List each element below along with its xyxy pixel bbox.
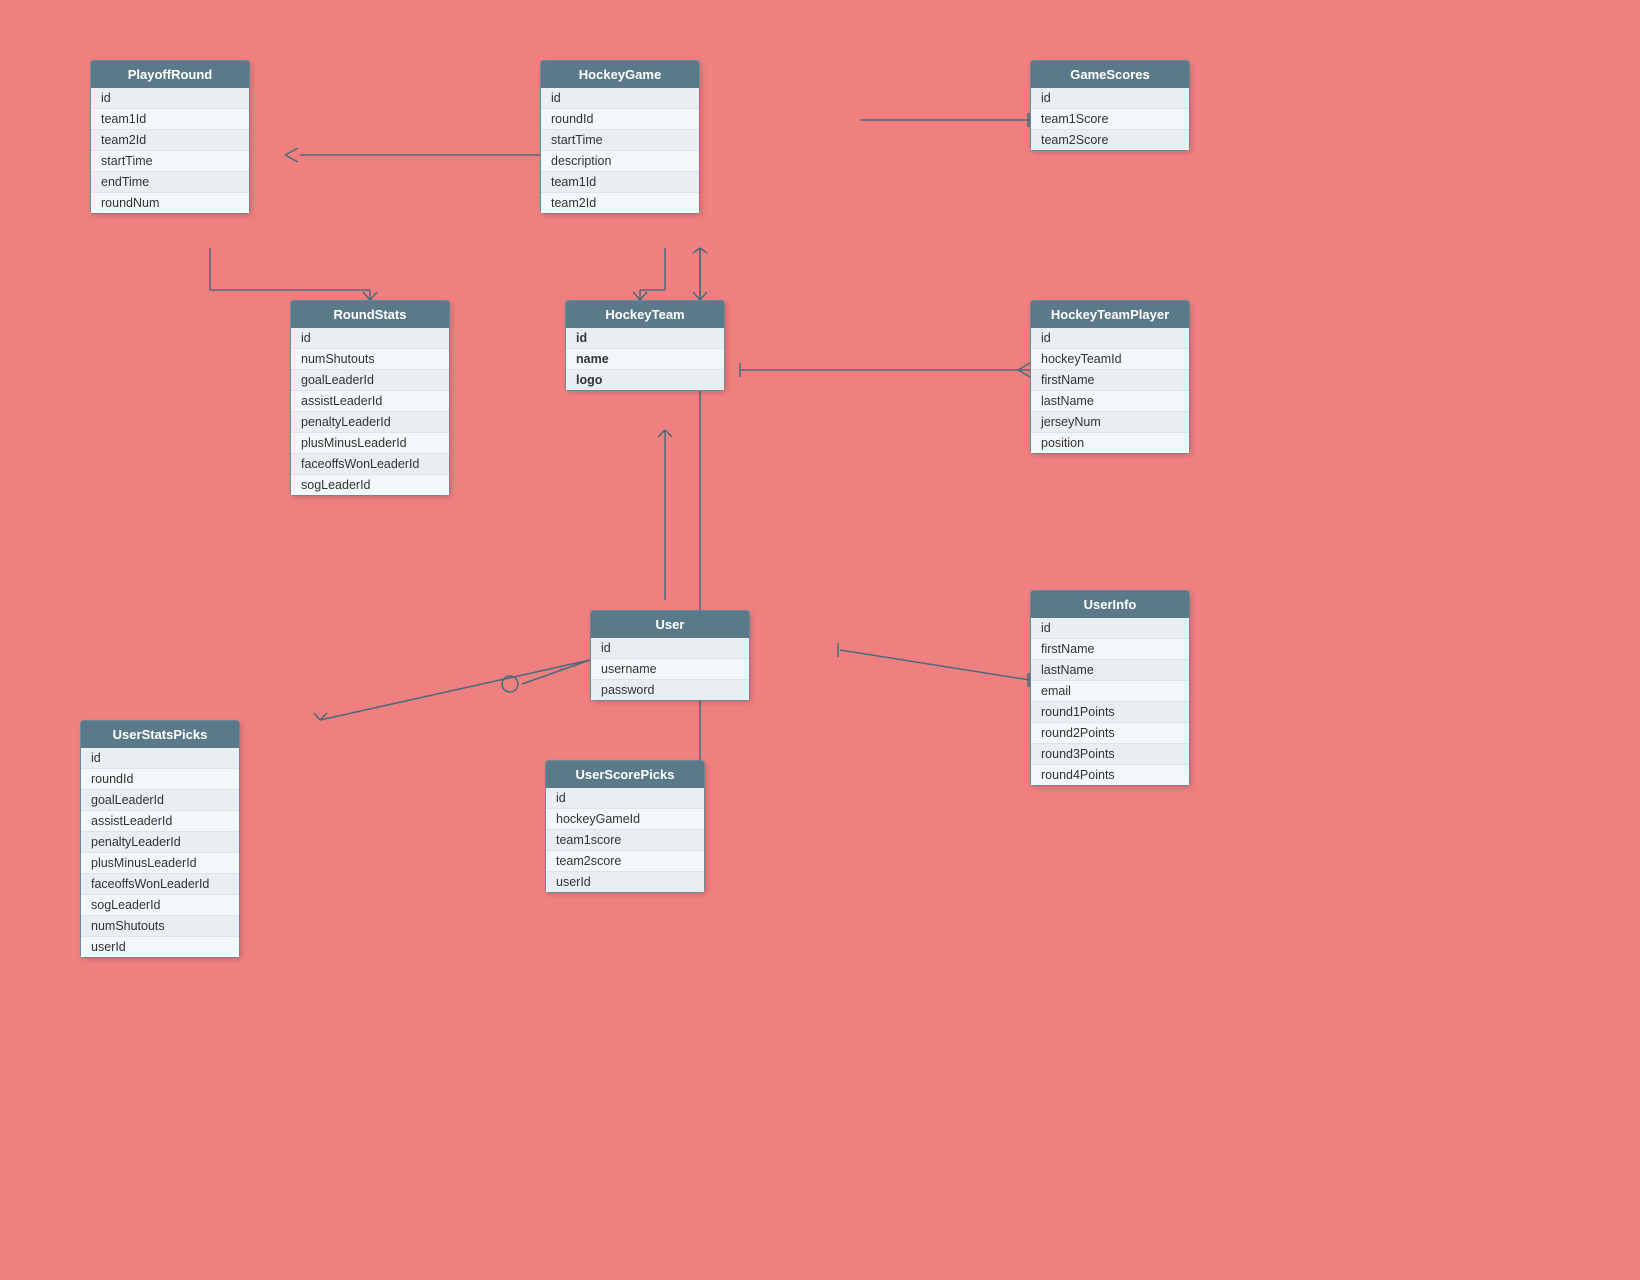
table-gamescores: GameScoresidteam1Scoreteam2Score bbox=[1030, 60, 1190, 151]
field-userinfo-round2points: round2Points bbox=[1031, 723, 1189, 744]
table-header-hockeygame: HockeyGame bbox=[541, 61, 699, 88]
field-hockeygame-team2id: team2Id bbox=[541, 193, 699, 213]
field-user-id: id bbox=[591, 638, 749, 659]
field-playoffround-endtime: endTime bbox=[91, 172, 249, 193]
field-userinfo-round1points: round1Points bbox=[1031, 702, 1189, 723]
field-hockeyteamplayer-jerseynum: jerseyNum bbox=[1031, 412, 1189, 433]
field-hockeyteam-id: id bbox=[566, 328, 724, 349]
field-userinfo-round3points: round3Points bbox=[1031, 744, 1189, 765]
field-roundstats-assistleaderid: assistLeaderId bbox=[291, 391, 449, 412]
table-hockeyteamplayer: HockeyTeamPlayeridhockeyTeamIdfirstNamel… bbox=[1030, 300, 1190, 454]
field-user-username: username bbox=[591, 659, 749, 680]
table-header-userscorepicks: UserScorePicks bbox=[546, 761, 704, 788]
field-gamescores-id: id bbox=[1031, 88, 1189, 109]
field-userinfo-lastname: lastName bbox=[1031, 660, 1189, 681]
field-playoffround-id: id bbox=[91, 88, 249, 109]
field-playoffround-team1id: team1Id bbox=[91, 109, 249, 130]
diagram-container: PlayoffRoundidteam1Idteam2IdstartTimeend… bbox=[0, 0, 1640, 1280]
field-userstatspicks-roundid: roundId bbox=[81, 769, 239, 790]
field-userinfo-id: id bbox=[1031, 618, 1189, 639]
table-roundstats: RoundStatsidnumShutoutsgoalLeaderIdassis… bbox=[290, 300, 450, 496]
field-gamescores-team1score: team1Score bbox=[1031, 109, 1189, 130]
table-playoffround: PlayoffRoundidteam1Idteam2IdstartTimeend… bbox=[90, 60, 250, 214]
field-userscorepicks-team1score: team1score bbox=[546, 830, 704, 851]
field-hockeyteamplayer-firstname: firstName bbox=[1031, 370, 1189, 391]
field-userstatspicks-sogleaderid: sogLeaderId bbox=[81, 895, 239, 916]
field-roundstats-plusminusleaderid: plusMinusLeaderId bbox=[291, 433, 449, 454]
table-hockeygame: HockeyGameidroundIdstartTimedescriptiont… bbox=[540, 60, 700, 214]
field-hockeygame-roundid: roundId bbox=[541, 109, 699, 130]
table-header-hockeyteamplayer: HockeyTeamPlayer bbox=[1031, 301, 1189, 328]
field-hockeyteamplayer-hockeyteamid: hockeyTeamId bbox=[1031, 349, 1189, 370]
table-header-roundstats: RoundStats bbox=[291, 301, 449, 328]
field-userinfo-firstname: firstName bbox=[1031, 639, 1189, 660]
table-header-userstatspicks: UserStatsPicks bbox=[81, 721, 239, 748]
field-userstatspicks-goalleaderid: goalLeaderId bbox=[81, 790, 239, 811]
field-playoffround-roundnum: roundNum bbox=[91, 193, 249, 213]
field-hockeygame-description: description bbox=[541, 151, 699, 172]
field-userscorepicks-team2score: team2score bbox=[546, 851, 704, 872]
table-userinfo: UserInfoidfirstNamelastNameemailround1Po… bbox=[1030, 590, 1190, 786]
field-hockeygame-starttime: startTime bbox=[541, 130, 699, 151]
field-roundstats-sogleaderid: sogLeaderId bbox=[291, 475, 449, 495]
field-userscorepicks-id: id bbox=[546, 788, 704, 809]
field-hockeyteam-logo: logo bbox=[566, 370, 724, 390]
field-userinfo-round4points: round4Points bbox=[1031, 765, 1189, 785]
field-hockeyteamplayer-id: id bbox=[1031, 328, 1189, 349]
field-roundstats-id: id bbox=[291, 328, 449, 349]
table-header-playoffround: PlayoffRound bbox=[91, 61, 249, 88]
field-hockeyteamplayer-lastname: lastName bbox=[1031, 391, 1189, 412]
field-userstatspicks-penaltyleaderid: penaltyLeaderId bbox=[81, 832, 239, 853]
field-user-password: password bbox=[591, 680, 749, 700]
table-userstatspicks: UserStatsPicksidroundIdgoalLeaderIdassis… bbox=[80, 720, 240, 958]
table-header-user: User bbox=[591, 611, 749, 638]
field-playoffround-team2id: team2Id bbox=[91, 130, 249, 151]
table-header-gamescores: GameScores bbox=[1031, 61, 1189, 88]
field-roundstats-faceoffswonleaderid: faceoffsWonLeaderId bbox=[291, 454, 449, 475]
field-roundstats-goalleaderid: goalLeaderId bbox=[291, 370, 449, 391]
field-userstatspicks-numshutouts: numShutouts bbox=[81, 916, 239, 937]
field-userscorepicks-userid: userId bbox=[546, 872, 704, 892]
field-hockeyteamplayer-position: position bbox=[1031, 433, 1189, 453]
field-userstatspicks-userid: userId bbox=[81, 937, 239, 957]
field-hockeygame-id: id bbox=[541, 88, 699, 109]
table-header-hockeyteam: HockeyTeam bbox=[566, 301, 724, 328]
table-user: Useridusernamepassword bbox=[590, 610, 750, 701]
table-userscorepicks: UserScorePicksidhockeyGameIdteam1scorete… bbox=[545, 760, 705, 893]
field-roundstats-numshutouts: numShutouts bbox=[291, 349, 449, 370]
field-userstatspicks-assistleaderid: assistLeaderId bbox=[81, 811, 239, 832]
field-userstatspicks-faceoffswonleaderid: faceoffsWonLeaderId bbox=[81, 874, 239, 895]
field-gamescores-team2score: team2Score bbox=[1031, 130, 1189, 150]
table-header-userinfo: UserInfo bbox=[1031, 591, 1189, 618]
field-userscorepicks-hockeygameid: hockeyGameId bbox=[546, 809, 704, 830]
field-playoffround-starttime: startTime bbox=[91, 151, 249, 172]
field-userstatspicks-id: id bbox=[81, 748, 239, 769]
table-hockeyteam: HockeyTeamidnamelogo bbox=[565, 300, 725, 391]
field-hockeygame-team1id: team1Id bbox=[541, 172, 699, 193]
field-roundstats-penaltyleaderid: penaltyLeaderId bbox=[291, 412, 449, 433]
field-hockeyteam-name: name bbox=[566, 349, 724, 370]
field-userinfo-email: email bbox=[1031, 681, 1189, 702]
field-userstatspicks-plusminusleaderid: plusMinusLeaderId bbox=[81, 853, 239, 874]
